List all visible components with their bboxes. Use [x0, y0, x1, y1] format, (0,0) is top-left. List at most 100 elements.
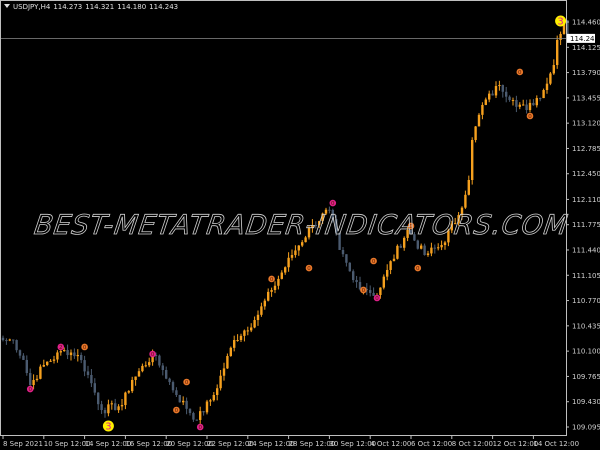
- candle: [1, 335, 5, 342]
- candle-body: [525, 104, 528, 111]
- signal-marker-orange: 0: [173, 406, 180, 414]
- candle-body: [52, 359, 56, 361]
- candle: [93, 378, 96, 396]
- watermark: BEST-METATRADER-INDICATORS.COM: [32, 210, 570, 241]
- candle: [148, 357, 151, 368]
- signal-marker-orange: 0: [360, 286, 367, 294]
- candle: [260, 302, 263, 317]
- candle-body: [182, 400, 185, 403]
- candle-body: [341, 249, 345, 255]
- signal-marker-orange: 0: [526, 112, 534, 120]
- price-chart[interactable]: 02 03000000000000003 BEST-METATRADER-INDI…: [0, 0, 600, 450]
- candle: [100, 400, 103, 414]
- candle-body: [556, 39, 559, 66]
- candle: [294, 245, 297, 258]
- candle-body: [386, 269, 389, 277]
- signal-marker-pink: 2: [57, 343, 65, 351]
- candle: [552, 59, 555, 75]
- candle-body: [539, 98, 542, 100]
- candle-body: [443, 242, 447, 245]
- price-axis[interactable]: 114.460 114.125 113.790 113.455 113.120 112.7…: [566, 19, 600, 432]
- candle: [386, 264, 389, 281]
- candle-body: [250, 327, 253, 331]
- candle: [141, 363, 144, 373]
- current-price-label: 114.243: [567, 33, 599, 43]
- candle: [236, 334, 239, 342]
- candle: [525, 99, 528, 114]
- candle: [168, 377, 171, 386]
- candle: [42, 359, 45, 368]
- candle-body: [66, 350, 69, 356]
- x-tick-label: 10 Sep 12:00: [44, 440, 91, 448]
- candle-body: [39, 366, 42, 379]
- signal-marker-yellow: 3: [102, 420, 114, 433]
- candle-body: [195, 419, 198, 421]
- candle: [372, 287, 375, 297]
- candle: [535, 95, 538, 108]
- candle: [137, 368, 141, 377]
- candle-body: [209, 400, 212, 402]
- candle: [345, 254, 348, 267]
- candle: [369, 285, 372, 297]
- candle-body: [382, 276, 385, 288]
- signal-marker-pink: 0: [373, 294, 381, 302]
- x-tick-label: 22 Sep 12:00: [207, 440, 254, 448]
- candle-body: [270, 289, 273, 292]
- candle-body: [212, 394, 215, 401]
- candle-body: [233, 340, 236, 348]
- candle-body: [178, 394, 181, 403]
- candle: [494, 81, 498, 99]
- candle: [46, 361, 49, 367]
- candle: [430, 242, 433, 257]
- candle-body: [148, 362, 151, 366]
- candle-body: [165, 370, 168, 379]
- candle: [199, 406, 202, 426]
- candle-body: [277, 278, 280, 286]
- candle-body: [369, 289, 372, 293]
- candle-body: [29, 373, 32, 386]
- candle-body: [246, 330, 249, 332]
- candle: [423, 243, 426, 256]
- candle: [18, 349, 22, 359]
- candle: [192, 411, 195, 422]
- candle: [549, 71, 552, 86]
- candle: [389, 260, 392, 275]
- candle: [505, 86, 508, 103]
- candle: [508, 95, 511, 102]
- candle-body: [226, 356, 229, 369]
- signal-marker-pink: 0: [329, 199, 337, 207]
- candle-body: [202, 411, 205, 413]
- candle-body: [535, 98, 538, 106]
- candle: [233, 335, 236, 352]
- candle-body: [107, 404, 110, 414]
- signal-marker-orange: 0: [183, 378, 190, 386]
- candle: [273, 281, 277, 294]
- candle: [437, 243, 440, 251]
- candle: [114, 398, 117, 411]
- candle-body: [488, 93, 491, 100]
- candle: [341, 247, 345, 257]
- marker-label: 0: [362, 288, 366, 294]
- candle: [297, 245, 300, 256]
- candle: [467, 175, 470, 196]
- candle: [443, 240, 447, 250]
- x-tick-label: 12 Oct 12:00: [493, 440, 539, 448]
- candle-body: [273, 285, 277, 290]
- candle: [175, 387, 178, 397]
- candle-body: [25, 359, 28, 374]
- candle-body: [56, 352, 59, 360]
- y-tick-label: 109.765: [572, 373, 600, 381]
- time-axis[interactable]: 8 Sep 2021 10 Sep 12:0014 Sep 12:0016 Sep…: [2, 436, 579, 448]
- y-tick-label: 112.785: [572, 145, 600, 153]
- candle-body: [134, 376, 137, 380]
- candle-body: [416, 240, 419, 249]
- marker-label: 0: [83, 345, 87, 351]
- marker-label: 3: [105, 422, 111, 433]
- candle: [178, 394, 181, 403]
- candle-body: [100, 404, 103, 411]
- candle-body: [552, 65, 555, 74]
- y-tick-label: 114.460: [572, 19, 600, 27]
- candle: [267, 288, 270, 302]
- candle: [539, 97, 542, 102]
- marker-label: 2: [59, 345, 63, 351]
